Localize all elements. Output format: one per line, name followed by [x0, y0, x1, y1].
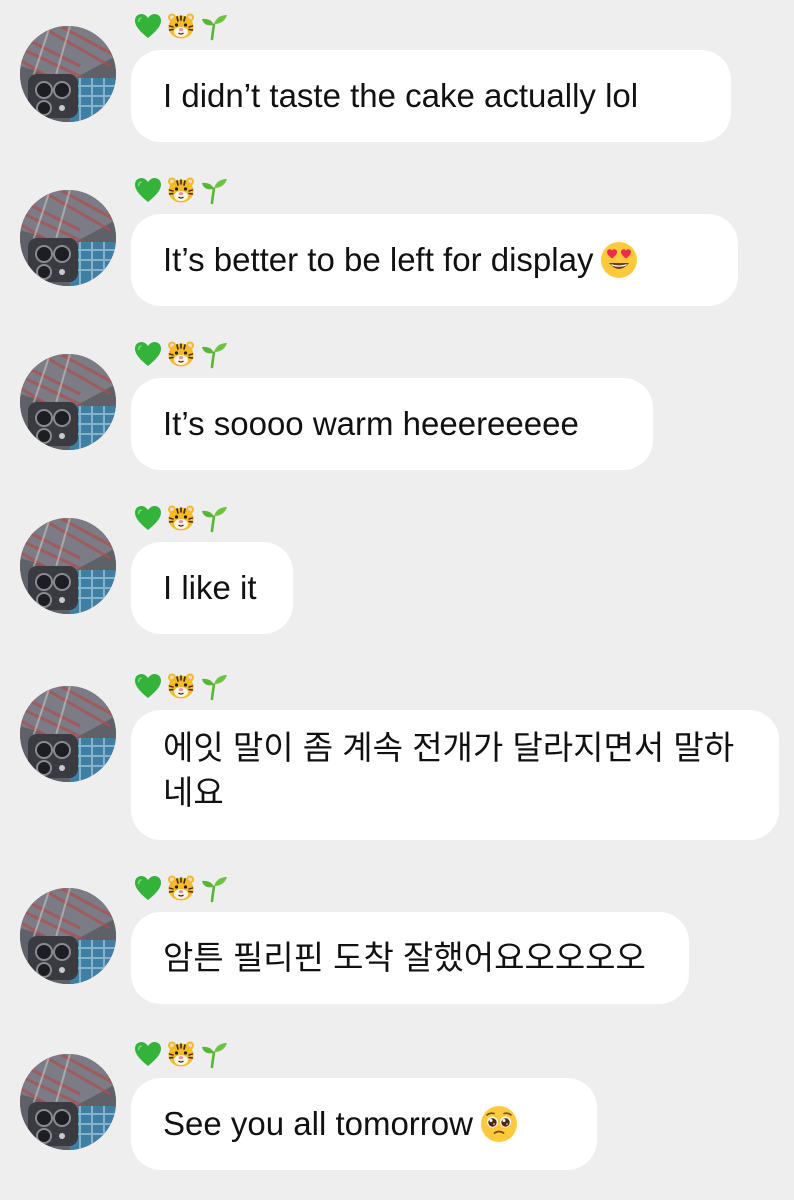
chat-thread: I didn’t taste the cake actually lol It’…: [0, 0, 794, 1200]
message-row: I didn’t taste the cake actually lol: [0, 6, 794, 156]
message-bubble[interactable]: 암튼 필리핀 도착 잘했어요오오오오: [131, 912, 689, 1004]
message-text: I didn’t taste the cake actually lol: [163, 76, 639, 114]
pleading-face-emoji-icon: [479, 1104, 519, 1144]
tiger-face-icon: [166, 175, 196, 205]
green-heart-icon: [133, 671, 163, 701]
sender-badges: [133, 334, 229, 374]
seedling-icon: [199, 873, 229, 903]
seedling-icon: [199, 339, 229, 369]
message-bubble[interactable]: It’s better to be left for display: [131, 214, 738, 306]
message-row: It’s soooo warm heeereeeee: [0, 334, 794, 484]
seedling-icon: [199, 671, 229, 701]
seedling-icon: [199, 503, 229, 533]
tiger-face-icon: [166, 1039, 196, 1069]
message-text: See you all tomorrow: [163, 1104, 473, 1142]
tiger-face-icon: [166, 339, 196, 369]
sender-badges: [133, 868, 229, 908]
seedling-icon: [199, 175, 229, 205]
message-row: 암튼 필리핀 도착 잘했어요오오오오: [0, 868, 794, 1018]
tiger-face-icon: [166, 11, 196, 41]
message-text: I like it: [163, 568, 257, 606]
green-heart-icon: [133, 873, 163, 903]
avatar[interactable]: [20, 686, 116, 782]
message-row: 에잇 말이 좀 계속 전개가 달라지면서 말하 네요: [0, 666, 794, 856]
seedling-icon: [199, 1039, 229, 1069]
tiger-face-icon: [166, 671, 196, 701]
message-bubble[interactable]: See you all tomorrow: [131, 1078, 597, 1170]
tiger-face-icon: [166, 873, 196, 903]
message-bubble[interactable]: It’s soooo warm heeereeeee: [131, 378, 653, 470]
message-row: See you all tomorrow: [0, 1034, 794, 1184]
message-text: It’s better to be left for display: [163, 240, 594, 278]
tiger-face-icon: [166, 503, 196, 533]
message-row: It’s better to be left for display: [0, 170, 794, 320]
green-heart-icon: [133, 339, 163, 369]
avatar[interactable]: [20, 354, 116, 450]
avatar[interactable]: [20, 518, 116, 614]
message-bubble[interactable]: I like it: [131, 542, 293, 634]
avatar[interactable]: [20, 26, 116, 122]
green-heart-icon: [133, 175, 163, 205]
green-heart-icon: [133, 11, 163, 41]
green-heart-icon: [133, 503, 163, 533]
avatar[interactable]: [20, 190, 116, 286]
green-heart-icon: [133, 1039, 163, 1069]
sender-badges: [133, 170, 229, 210]
message-text: 암튼 필리핀 도착 잘했어요오오오오: [163, 938, 646, 976]
message-bubble[interactable]: I didn’t taste the cake actually lol: [131, 50, 731, 142]
sender-badges: [133, 666, 229, 706]
message-bubble[interactable]: 에잇 말이 좀 계속 전개가 달라지면서 말하 네요: [131, 710, 779, 840]
sender-badges: [133, 498, 229, 538]
avatar[interactable]: [20, 888, 116, 984]
heart-eyes-emoji-icon: [599, 240, 639, 280]
sender-badges: [133, 1034, 229, 1074]
avatar[interactable]: [20, 1054, 116, 1150]
message-row: I like it: [0, 498, 794, 648]
message-text: It’s soooo warm heeereeeee: [163, 404, 579, 442]
message-text: 에잇 말이 좀 계속 전개가 달라지면서 말하 네요: [163, 729, 735, 811]
sender-badges: [133, 6, 229, 46]
seedling-icon: [199, 11, 229, 41]
